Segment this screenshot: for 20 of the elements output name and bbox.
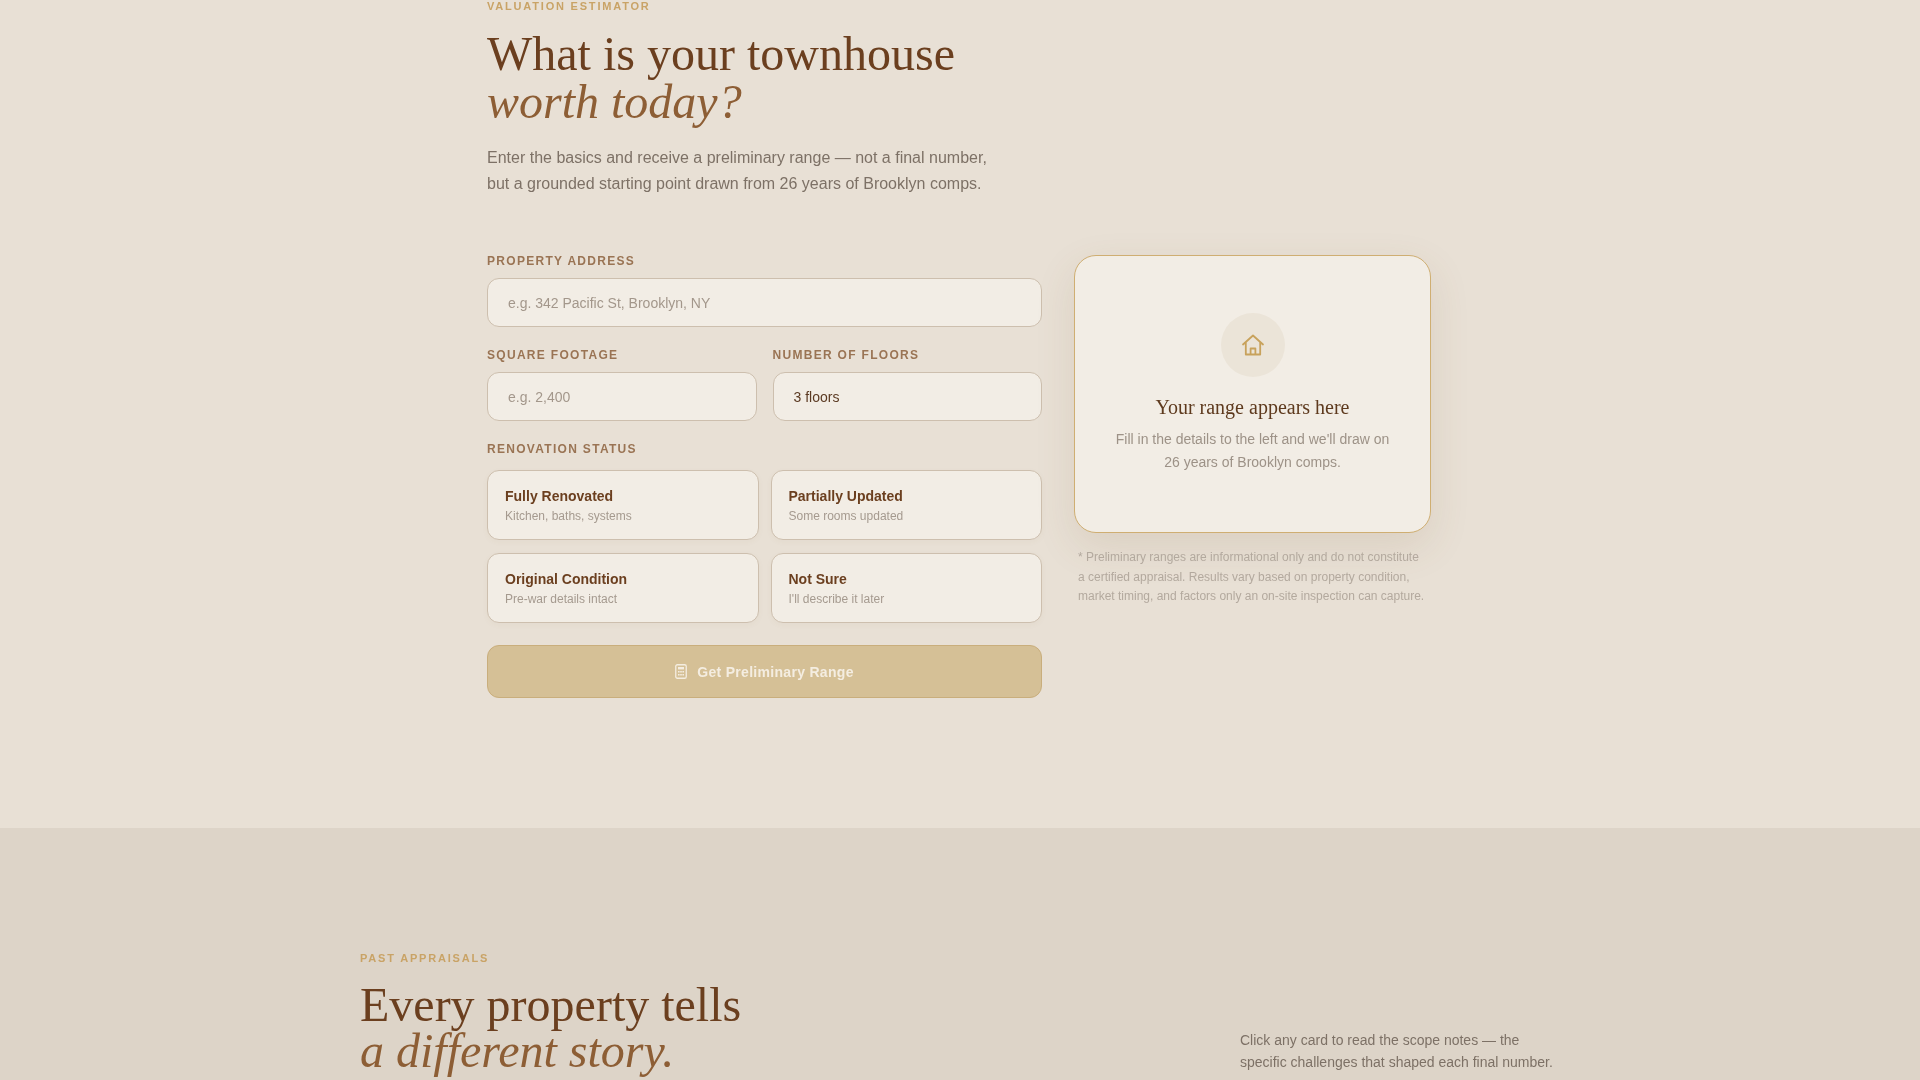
result-title: Your range appears here	[1155, 395, 1350, 420]
result-text: Fill in the details to the left and we'll draw on 26 years of Brooklyn comps.	[1114, 430, 1391, 472]
intro-text: Enter the basics and receive a preliminary range — not a final number, but a grounded starting point drawn from 26 years of Brooklyn comps.	[487, 148, 988, 194]
calculator-icon	[675, 664, 688, 679]
field-label: SQUARE FOOTAGE	[487, 347, 619, 363]
renovation-option[interactable]: Original Condition Pre-war details intact	[487, 553, 759, 623]
address-field[interactable]: e.g. 342 Pacific St, Brooklyn, NY	[487, 278, 1042, 327]
section-eyebrow: VALUATION ESTIMATOR	[487, 0, 651, 12]
square-footage-field[interactable]: e.g. 2,400	[487, 372, 757, 421]
section-note: Click any card to read the scope notes — the specific challenges that shaped each final number.	[1240, 1031, 1554, 1072]
renovation-option[interactable]: Not Sure I'll describe it later	[770, 553, 1042, 623]
house-icon	[1220, 313, 1285, 377]
page-heading: What is your townhouse worth today?	[487, 30, 955, 126]
field-label: PROPERTY ADDRESS	[487, 253, 636, 269]
renovation-option[interactable]: Partially Updated Some rooms updated	[770, 470, 1042, 540]
renovation-option[interactable]: Fully Renovated Kitchen, baths, systems	[487, 470, 759, 540]
floors-field[interactable]: 3 floors	[772, 372, 1042, 421]
section-eyebrow: PAST APPRAISALS	[360, 952, 490, 964]
field-label: NUMBER OF FLOORS	[772, 347, 920, 363]
field-label: RENOVATION STATUS	[487, 441, 637, 457]
